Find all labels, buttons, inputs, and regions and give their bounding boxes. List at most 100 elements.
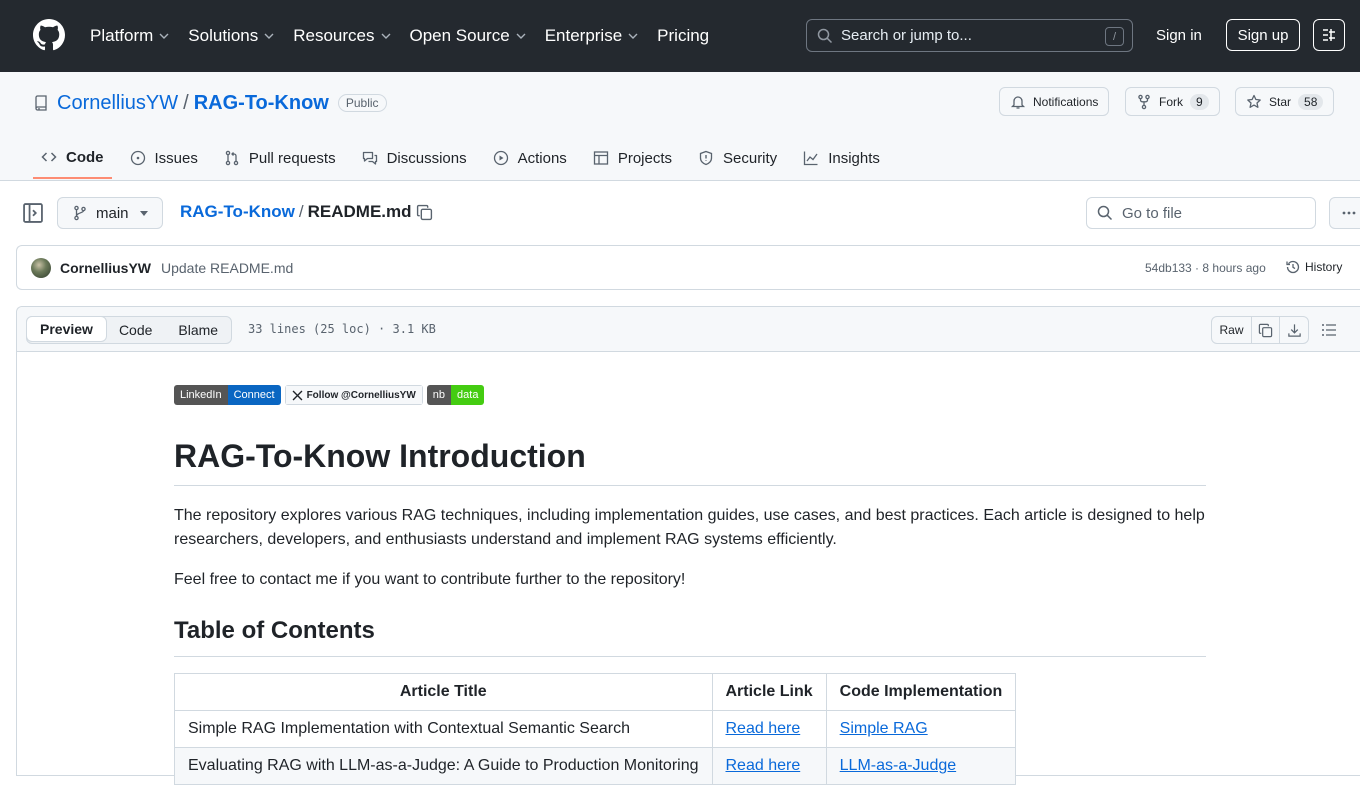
fork-label: Fork: [1159, 94, 1183, 109]
tab-insights-label: Insights: [828, 149, 880, 167]
readme-content: LinkedIn Connect Follow @CornelliusYW nb…: [174, 385, 1206, 785]
play-icon: [493, 150, 508, 166]
caret-down-icon: [140, 211, 148, 216]
avatar[interactable]: [31, 258, 51, 278]
raw-button[interactable]: Raw: [1212, 317, 1252, 343]
sign-up-button[interactable]: Sign up: [1226, 19, 1300, 51]
chevron-down-icon: [628, 33, 638, 39]
outline-list-icon[interactable]: [1321, 322, 1337, 338]
breadcrumb-repo-link[interactable]: RAG-To-Know: [180, 202, 295, 222]
download-button[interactable]: [1280, 317, 1308, 343]
command-palette-button[interactable]: [1313, 19, 1345, 51]
tab-code-view[interactable]: Code: [106, 317, 165, 343]
article-link[interactable]: Read here: [726, 757, 801, 774]
more-options-button[interactable]: [1329, 197, 1360, 229]
commit-hash-time[interactable]: 54db133 · 8 hours ago: [1145, 261, 1266, 275]
tab-pull-requests[interactable]: Pull requests: [216, 137, 344, 179]
branch-selector[interactable]: main: [57, 197, 163, 229]
tab-issues-label: Issues: [154, 149, 198, 167]
article-link[interactable]: Read here: [726, 720, 801, 737]
table-header: Article Link: [711, 673, 827, 712]
commit-message-link[interactable]: Update README.md: [161, 260, 293, 276]
repo-name-link[interactable]: RAG-To-Know: [194, 92, 329, 115]
tab-code[interactable]: Code: [33, 137, 112, 179]
go-to-file-input[interactable]: Go to file: [1086, 197, 1316, 229]
global-nav: Platform Solutions Resources Open Source…: [90, 0, 727, 72]
copy-icon: [1258, 323, 1273, 337]
view-switcher: Preview Code Blame: [26, 316, 233, 344]
article-link-cell: Read here: [711, 747, 827, 785]
tab-discussions[interactable]: Discussions: [354, 137, 475, 179]
tab-discussions-label: Discussions: [386, 149, 467, 167]
nav-platform-label: Platform: [90, 26, 154, 45]
copy-raw-button[interactable]: [1252, 317, 1280, 343]
branch-name: main: [96, 204, 129, 222]
notifications-button[interactable]: Notifications: [999, 87, 1110, 116]
badge-row: LinkedIn Connect Follow @CornelliusYW nb…: [174, 385, 1206, 405]
table-header-row: Article Title Article Link Code Implemen…: [174, 673, 1017, 712]
chevron-down-icon: [516, 33, 526, 39]
sign-in-link[interactable]: Sign in: [1156, 27, 1202, 44]
nav-platform[interactable]: Platform: [90, 26, 170, 46]
pull-request-icon: [225, 150, 239, 166]
file-header: Preview Code Blame 33 lines (25 loc) · 3…: [17, 307, 1360, 352]
fork-icon: [1138, 94, 1150, 109]
tab-blame[interactable]: Blame: [165, 317, 231, 343]
history-button[interactable]: History: [1285, 259, 1342, 275]
breadcrumb-file: README.md: [307, 202, 412, 221]
nav-open-source[interactable]: Open Source: [410, 26, 527, 46]
chevron-down-icon: [159, 33, 169, 39]
code-implementation-link[interactable]: Simple RAG: [840, 720, 928, 737]
linkedin-badge[interactable]: LinkedIn Connect: [174, 385, 281, 405]
github-logo-icon[interactable]: [33, 19, 65, 51]
repo-owner-link[interactable]: CornelliusYW: [57, 92, 178, 115]
code-link-cell: Simple RAG: [825, 710, 1017, 749]
bell-icon: [1010, 95, 1026, 109]
badge-left: LinkedIn: [174, 385, 228, 405]
tab-actions-label: Actions: [517, 149, 567, 167]
table-header: Article Title: [174, 673, 713, 712]
nav-enterprise[interactable]: Enterprise: [545, 26, 639, 46]
nav-solutions-label: Solutions: [188, 26, 259, 45]
repo-header: CornelliusYW / RAG-To-Know Public Notifi…: [0, 72, 1360, 181]
x-badge-text: Follow @CornelliusYW: [306, 389, 416, 401]
global-search-input[interactable]: Search or jump to... /: [806, 19, 1133, 52]
download-icon: [1287, 323, 1301, 337]
readme-contact: Feel free to contact me if you want to c…: [174, 571, 686, 589]
x-follow-badge[interactable]: Follow @CornelliusYW: [284, 385, 423, 405]
star-button[interactable]: Star 58: [1235, 87, 1335, 116]
chevron-down-icon: [381, 33, 390, 39]
code-implementation-link[interactable]: LLM-as-a-Judge: [840, 757, 957, 774]
visibility-badge: Public: [337, 94, 387, 112]
nav-pricing[interactable]: Pricing: [657, 26, 709, 46]
tab-security-label: Security: [723, 149, 778, 167]
nb-data-badge[interactable]: nb data: [426, 385, 485, 405]
articles-table: Article Title Article Link Code Implemen…: [174, 673, 1017, 785]
global-header: Platform Solutions Resources Open Source…: [0, 0, 1360, 72]
history-icon: [1286, 260, 1300, 274]
copy-icon[interactable]: [416, 204, 433, 221]
x-badge-body: Follow @CornelliusYW: [284, 385, 423, 405]
tab-preview[interactable]: Preview: [26, 316, 107, 342]
sidebar-expand-icon[interactable]: [22, 202, 44, 224]
nav-resources[interactable]: Resources: [293, 26, 391, 46]
star-icon: [1247, 94, 1261, 108]
star-count: 58: [1298, 93, 1324, 110]
tab-issues[interactable]: Issues: [122, 137, 206, 179]
nav-pricing-label: Pricing: [657, 26, 710, 45]
graph-icon: [804, 151, 818, 166]
nav-solutions[interactable]: Solutions: [188, 26, 275, 46]
command-palette-icon: [1323, 29, 1335, 41]
readme-intro: The repository explores various RAG tech…: [174, 507, 1205, 549]
tab-security[interactable]: Security: [690, 137, 785, 179]
fork-button[interactable]: Fork 9: [1125, 87, 1220, 116]
search-shortcut-key: /: [1105, 27, 1124, 46]
badge-right: Connect: [227, 385, 281, 405]
tab-projects[interactable]: Projects: [585, 137, 680, 179]
tab-insights[interactable]: Insights: [795, 137, 888, 179]
tab-actions[interactable]: Actions: [485, 137, 575, 179]
nav-resources-label: Resources: [293, 26, 375, 45]
commit-author-link[interactable]: CornelliusYW: [60, 260, 151, 276]
code-icon: [41, 152, 57, 162]
repo-title: CornelliusYW / RAG-To-Know Public: [33, 91, 387, 115]
